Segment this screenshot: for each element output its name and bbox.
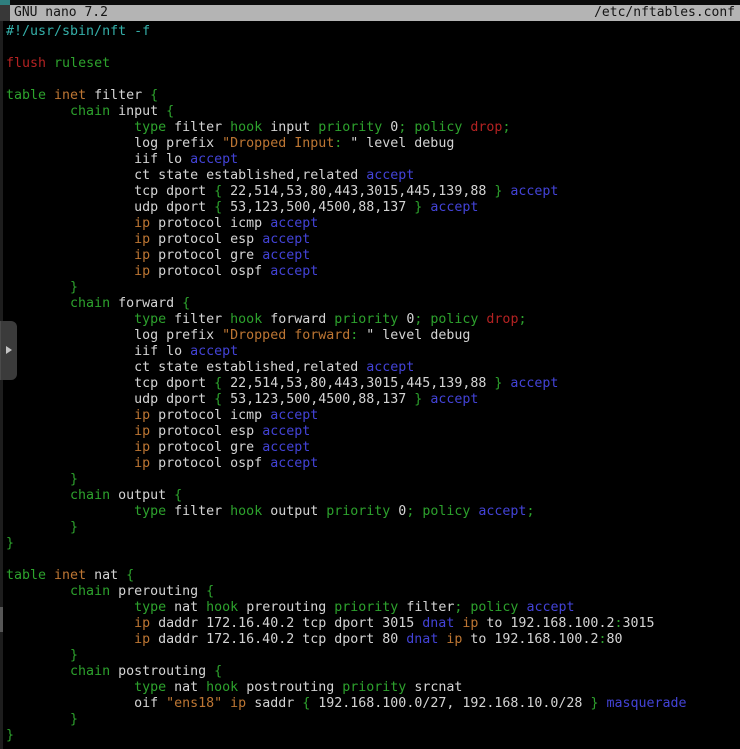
code-line: type filter hook output priority 0; poli… xyxy=(6,504,740,520)
code-line: flush ruleset xyxy=(6,56,740,72)
code-line: type nat hook postrouting priority srcna… xyxy=(6,680,740,696)
code-line: } xyxy=(6,520,740,536)
code-line: type filter hook forward priority 0; pol… xyxy=(6,312,740,328)
editor-area[interactable]: #!/usr/sbin/nft -f flush ruleset table i… xyxy=(0,21,740,749)
code-line: chain input { xyxy=(6,104,740,120)
code-line xyxy=(6,72,740,88)
code-line: oif "ens18" ip saddr { 192.168.100.0/27,… xyxy=(6,696,740,712)
terminal-screen: GNU nano 7.2 /etc/nftables.conf #!/usr/s… xyxy=(0,0,740,749)
code-line: table inet nat { xyxy=(6,568,740,584)
code-line: udp dport { 53,123,500,4500,88,137 } acc… xyxy=(6,392,740,408)
code-line: } xyxy=(6,728,740,744)
scrollbar-thumb[interactable] xyxy=(0,607,3,632)
code-line: ip protocol icmp accept xyxy=(6,216,740,232)
code-line: } xyxy=(6,536,740,552)
chevron-right-icon xyxy=(6,346,12,354)
code-line: iif lo accept xyxy=(6,152,740,168)
code-line: } xyxy=(6,472,740,488)
code-line: ip protocol ospf accept xyxy=(6,264,740,280)
code-line: iif lo accept xyxy=(6,344,740,360)
code-line: udp dport { 53,123,500,4500,88,137 } acc… xyxy=(6,200,740,216)
code-line: log prefix "Dropped Input: " level debug xyxy=(6,136,740,152)
code-line: tcp dport { 22,514,53,80,443,3015,445,13… xyxy=(6,184,740,200)
titlebar-left-notch xyxy=(0,5,10,21)
control-bar-handle[interactable] xyxy=(0,321,17,380)
code-lines: #!/usr/sbin/nft -f flush ruleset table i… xyxy=(6,24,740,744)
code-line: tcp dport { 22,514,53,80,443,3015,445,13… xyxy=(6,376,740,392)
code-line: log prefix "Dropped forward: " level deb… xyxy=(6,328,740,344)
scrollbar-track xyxy=(0,21,3,749)
app-title: GNU nano 7.2 xyxy=(14,5,108,21)
code-line: ip protocol esp accept xyxy=(6,424,740,440)
code-line: ip protocol ospf accept xyxy=(6,456,740,472)
code-line: ct state established,related accept xyxy=(6,168,740,184)
code-line xyxy=(6,40,740,56)
code-line: ip daddr 172.16.40.2 tcp dport 80 dnat i… xyxy=(6,632,740,648)
code-line: ip daddr 172.16.40.2 tcp dport 3015 dnat… xyxy=(6,616,740,632)
code-line xyxy=(6,552,740,568)
code-line: } xyxy=(6,280,740,296)
code-line: chain postrouting { xyxy=(6,664,740,680)
code-line: } xyxy=(6,712,740,728)
file-path: /etc/nftables.conf xyxy=(594,5,735,21)
code-line: ip protocol gre accept xyxy=(6,248,740,264)
nano-titlebar: GNU nano 7.2 /etc/nftables.conf xyxy=(0,5,740,21)
code-line: chain output { xyxy=(6,488,740,504)
code-line: type nat hook prerouting priority filter… xyxy=(6,600,740,616)
code-line: ct state established,related accept xyxy=(6,360,740,376)
code-line: ip protocol gre accept xyxy=(6,440,740,456)
code-line: type filter hook input priority 0; polic… xyxy=(6,120,740,136)
code-line: ip protocol icmp accept xyxy=(6,408,740,424)
code-line: ip protocol esp accept xyxy=(6,232,740,248)
code-line: #!/usr/sbin/nft -f xyxy=(6,24,740,40)
code-line: chain forward { xyxy=(6,296,740,312)
code-line: table inet filter { xyxy=(6,88,740,104)
code-line: chain prerouting { xyxy=(6,584,740,600)
code-line: } xyxy=(6,648,740,664)
